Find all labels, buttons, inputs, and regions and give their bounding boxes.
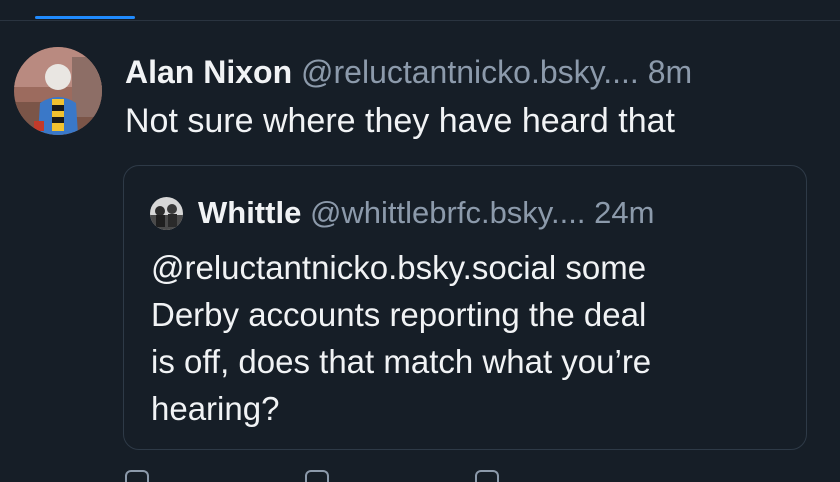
post-timestamp[interactable]: 8m — [648, 54, 692, 90]
author-avatar[interactable] — [14, 47, 102, 135]
quoted-author-avatar[interactable] — [150, 197, 183, 230]
author-name[interactable]: Alan Nixon — [125, 54, 292, 90]
quoted-author-handle[interactable]: @whittlebrfc.bsky.... — [310, 195, 586, 230]
reply-icon[interactable] — [125, 470, 149, 482]
author-handle[interactable]: @reluctantnicko.bsky.... — [301, 54, 639, 90]
post-action-bar — [125, 470, 820, 482]
quoted-post-card[interactable]: Whittle @whittlebrfc.bsky.... 24m @reluc… — [123, 165, 807, 450]
like-icon[interactable] — [475, 470, 499, 482]
quoted-text-line: Derby accounts reporting the deal — [151, 296, 647, 333]
quoted-text-line: @reluctantnicko.bsky.social some — [151, 249, 647, 286]
quoted-text-line: is off, does that match what you’re — [151, 343, 652, 380]
post-text: Not sure where they have heard that — [125, 102, 675, 140]
quoted-author-name[interactable]: Whittle — [198, 195, 301, 230]
quoted-text-line: hearing? — [151, 390, 280, 427]
top-divider — [0, 20, 840, 21]
quoted-post-header: Whittle @whittlebrfc.bsky.... 24m — [198, 192, 654, 234]
tab-indicator — [35, 16, 135, 19]
repost-icon[interactable] — [305, 470, 329, 482]
quoted-post-timestamp[interactable]: 24m — [594, 195, 654, 230]
post-header: Alan Nixon @reluctantnicko.bsky.... 8m — [125, 50, 692, 94]
quoted-post-text: @reluctantnicko.bsky.social some Derby a… — [151, 244, 791, 432]
